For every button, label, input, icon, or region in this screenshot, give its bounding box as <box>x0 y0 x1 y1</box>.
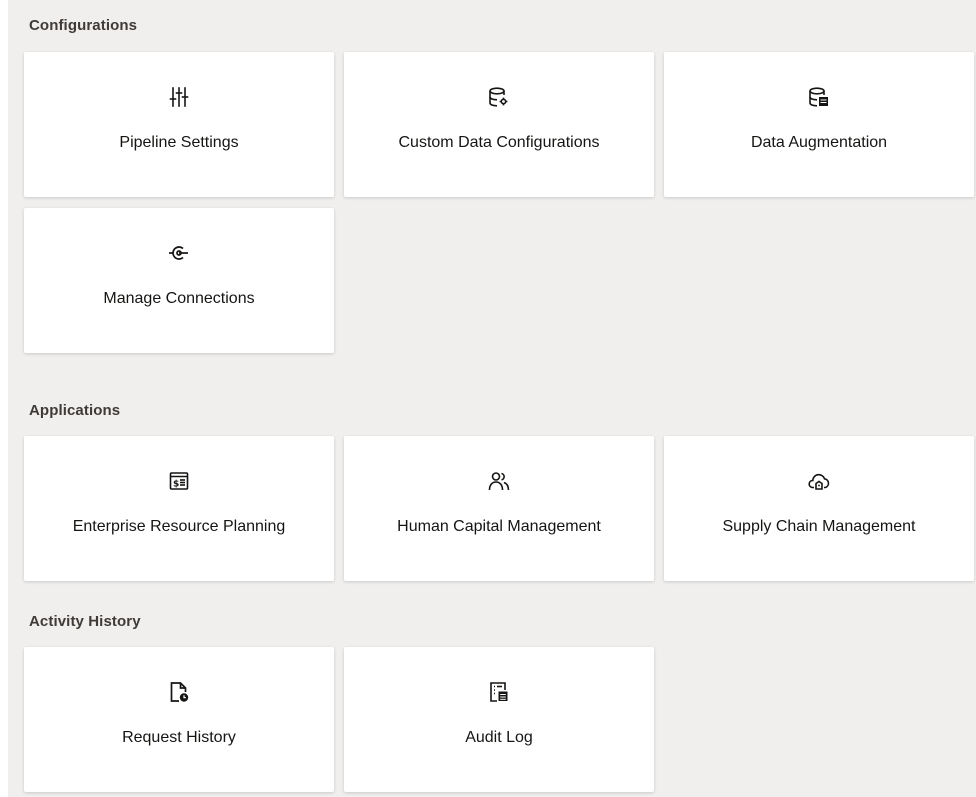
card-request-history[interactable]: Request History <box>24 647 334 792</box>
card-label: Supply Chain Management <box>722 518 916 535</box>
card-audit-log[interactable]: Audit Log <box>344 647 654 792</box>
card-label: Custom Data Configurations <box>398 134 600 151</box>
card-label: Request History <box>122 729 236 746</box>
page-container: Configurations Pipeline Settings Custom … <box>8 0 976 797</box>
card-label: Enterprise Resource Planning <box>72 518 286 535</box>
card-supply-chain-management[interactable]: Supply Chain Management <box>664 436 974 581</box>
finance-document-icon: $ <box>24 470 334 492</box>
card-pipeline-settings[interactable]: Pipeline Settings <box>24 52 334 197</box>
section-title-applications: Applications <box>29 402 121 419</box>
card-label: Pipeline Settings <box>119 134 239 151</box>
card-label: Data Augmentation <box>750 134 888 151</box>
document-clock-icon <box>24 681 334 703</box>
audit-list-icon <box>344 681 654 703</box>
svg-text:$: $ <box>173 480 179 490</box>
section-title-configurations: Configurations <box>29 17 138 34</box>
sliders-icon <box>24 86 334 108</box>
database-gear-icon <box>344 86 654 108</box>
connection-icon <box>24 242 334 264</box>
card-label: Human Capital Management <box>397 518 601 535</box>
card-label: Manage Connections <box>103 290 255 307</box>
people-icon <box>344 470 654 492</box>
card-custom-data-configurations[interactable]: Custom Data Configurations <box>344 52 654 197</box>
card-manage-connections[interactable]: Manage Connections <box>24 208 334 353</box>
cloud-building-icon <box>664 470 974 492</box>
card-label: Audit Log <box>465 729 533 746</box>
database-table-icon <box>664 86 974 108</box>
section-title-activity-history: Activity History <box>29 613 141 630</box>
card-enterprise-resource-planning[interactable]: $ Enterprise Resource Planning <box>24 436 334 581</box>
card-data-augmentation[interactable]: Data Augmentation <box>664 52 974 197</box>
card-human-capital-management[interactable]: Human Capital Management <box>344 436 654 581</box>
